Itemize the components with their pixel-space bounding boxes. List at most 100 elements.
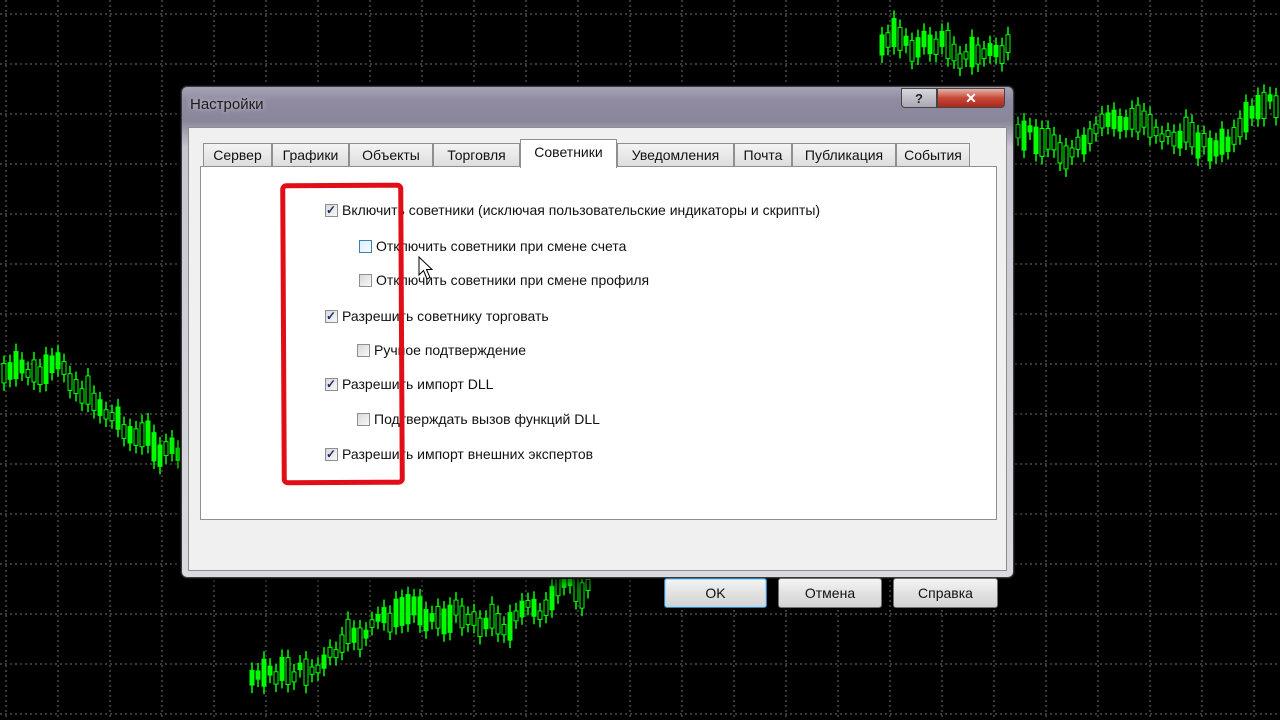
candle-body <box>97 399 103 416</box>
candle-body <box>1237 117 1243 138</box>
candle-body <box>483 617 489 630</box>
candle-body <box>1261 91 1267 120</box>
candle-body <box>115 406 121 430</box>
close-icon[interactable]: ✕ <box>937 88 1005 108</box>
candle-body <box>49 355 55 374</box>
option-disable-on-account-change[interactable]: Отключить советники при смене счета <box>359 237 626 255</box>
candle-body <box>1063 145 1069 170</box>
candle-body <box>13 351 19 380</box>
tab-trading[interactable]: Торговля <box>433 143 520 167</box>
checkbox[interactable]: ✓ <box>325 447 338 461</box>
candle-body <box>255 670 261 680</box>
candle-body <box>1225 136 1231 152</box>
tab-email[interactable]: Почта <box>734 143 792 167</box>
candle-body <box>1249 105 1255 119</box>
tab-server[interactable]: Сервер <box>203 143 272 167</box>
candle-body <box>891 17 897 48</box>
option-confirm-dll-calls[interactable]: Подтверждать вызов функций DLL <box>357 410 600 428</box>
candle-body <box>303 658 309 686</box>
candle-body <box>903 35 909 46</box>
checkmark-icon: ✓ <box>326 202 337 217</box>
candle-body <box>921 30 927 48</box>
mouse-cursor-icon <box>418 256 434 280</box>
settings-dialog: Настройки ? ✕ Сервер Графики Объекты Тор… <box>181 86 1014 608</box>
candle-body <box>327 646 333 658</box>
checkbox[interactable]: ✓ <box>325 377 338 391</box>
candle-body <box>1075 136 1081 150</box>
candle-body <box>1147 114 1153 138</box>
help-button[interactable]: Справка <box>893 578 998 608</box>
checkbox[interactable]: ✓ <box>325 202 338 217</box>
option-label: Отключить советники при смене профиля <box>376 272 650 288</box>
candle-body <box>1141 110 1147 128</box>
candle-body <box>133 428 139 446</box>
candle-body <box>465 613 471 625</box>
candle-body <box>477 617 483 637</box>
candle-body <box>31 359 37 383</box>
option-allow-external-experts[interactable]: ✓ Разрешить импорт внешних экспертов <box>325 445 593 463</box>
candle-body <box>1123 117 1129 131</box>
cancel-button[interactable]: Отмена <box>778 578 882 608</box>
candle-body <box>1069 147 1075 158</box>
candle-body <box>1213 140 1219 157</box>
candle-body <box>501 623 507 636</box>
checkbox[interactable] <box>359 273 372 287</box>
candle-body <box>267 665 273 676</box>
candle-body <box>7 362 13 380</box>
option-disable-on-profile-change[interactable]: Отключить советники при смене профиля <box>359 271 649 289</box>
candle-body <box>1015 124 1021 139</box>
candle-body <box>297 662 303 671</box>
candle-body <box>1005 34 1011 53</box>
candle-body <box>261 658 267 687</box>
candle-body <box>19 359 25 374</box>
candle-body <box>927 34 933 55</box>
option-manual-confirmation[interactable]: Ручное подтверждение <box>357 341 526 359</box>
candle-body <box>447 604 453 633</box>
candle-body <box>139 422 145 448</box>
candle-body <box>309 666 315 675</box>
candle-body <box>315 664 321 674</box>
candle-body <box>363 629 369 639</box>
candle-body <box>405 594 411 625</box>
candle-body <box>175 447 181 462</box>
candle-body <box>67 373 73 391</box>
candle-body <box>1255 94 1261 120</box>
tab-publishing[interactable]: Публикация <box>792 143 896 167</box>
candle-body <box>1201 133 1207 148</box>
tab-events[interactable]: События <box>896 143 970 167</box>
candle-body <box>975 44 981 65</box>
candle-body <box>1159 133 1165 143</box>
candle-body <box>1171 131 1177 147</box>
candle-body <box>1099 113 1105 129</box>
candle-body <box>513 610 519 622</box>
candle-body <box>933 38 939 55</box>
candle-body <box>945 29 951 60</box>
candle-body <box>1129 107 1135 130</box>
ok-button[interactable]: OK <box>664 578 767 608</box>
candle-body <box>1057 142 1063 164</box>
candle-body <box>61 361 67 375</box>
option-allow-dll-imports[interactable]: ✓ Разрешить импорт DLL <box>325 375 493 393</box>
candle-body <box>1231 127 1237 145</box>
option-allow-live-trading[interactable]: ✓ Разрешить советнику торговать <box>325 307 549 325</box>
candle-body <box>169 437 175 454</box>
tab-charts[interactable]: Графики <box>272 143 349 167</box>
candle-body <box>279 656 285 681</box>
tab-objects[interactable]: Объекты <box>349 143 433 167</box>
candle-body <box>957 53 963 69</box>
checkbox[interactable] <box>357 412 370 426</box>
candle-body <box>423 609 429 632</box>
help-caption-button[interactable]: ? <box>901 88 937 108</box>
checkbox[interactable]: ✓ <box>325 309 338 323</box>
candle-body <box>1087 128 1093 144</box>
candle-body <box>411 596 417 616</box>
candle-body <box>1051 134 1057 151</box>
candle-body <box>109 412 115 422</box>
checkbox[interactable] <box>357 343 370 357</box>
tab-expert-advisors[interactable]: Советники <box>520 139 617 168</box>
option-enable-experts[interactable]: ✓ Включить советники (исключая пользоват… <box>325 201 820 219</box>
tab-notifications[interactable]: Уведомления <box>617 143 734 167</box>
option-label: Подтверждать вызов функций DLL <box>374 411 600 427</box>
candle-body <box>151 432 157 462</box>
checkbox[interactable] <box>359 239 372 253</box>
